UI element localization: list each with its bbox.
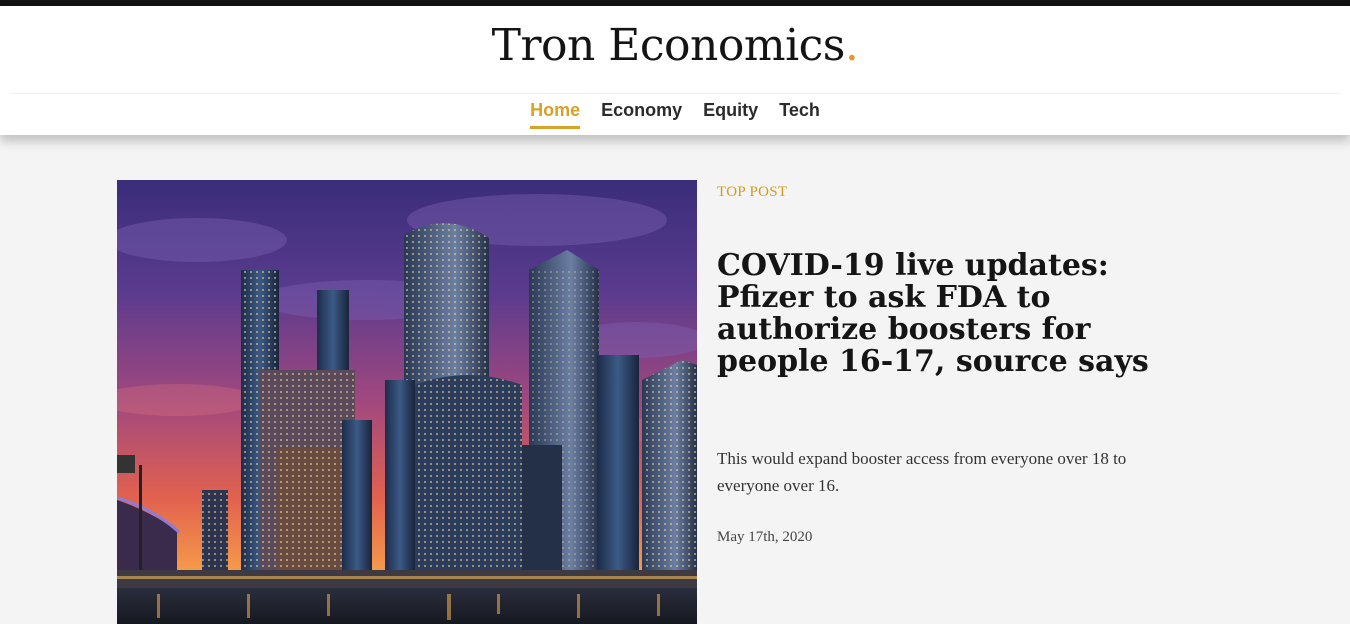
city-skyline-photo (117, 180, 697, 624)
site-logo[interactable]: Tron Economics. (0, 20, 1350, 71)
site-title: Tron Economics (491, 20, 846, 71)
top-post-label: TOP POST (717, 184, 788, 200)
nav-divider (10, 93, 1340, 94)
logo-dot: . (844, 20, 859, 71)
main-nav: Home Economy Equity Tech (0, 100, 1350, 129)
post-summary: This would expand booster access from ev… (717, 449, 1127, 495)
post-date: May 17th, 2020 (717, 529, 813, 545)
site-header: Tron Economics. Home Economy Equity Tech (0, 6, 1350, 135)
nav-item-equity[interactable]: Equity (703, 100, 758, 129)
nav-item-economy[interactable]: Economy (601, 100, 682, 129)
nav-item-tech[interactable]: Tech (779, 100, 820, 129)
nav-item-home[interactable]: Home (530, 100, 581, 129)
post-headline[interactable]: COVID-19 live updates: Pfizer to ask FDA… (717, 250, 1187, 378)
top-post-image[interactable] (117, 180, 697, 624)
